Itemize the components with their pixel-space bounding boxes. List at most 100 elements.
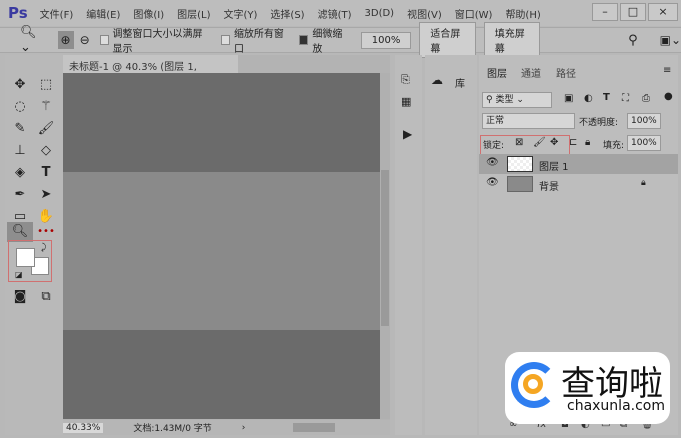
filter-smart-icon[interactable]: ⎙: [642, 93, 650, 104]
zoom-out-icon[interactable]: ⊖: [80, 33, 90, 47]
filter-pixel-icon[interactable]: ▣: [564, 93, 573, 104]
lock-label: 锁定:: [483, 141, 505, 151]
default-colors-icon[interactable]: ◪: [15, 270, 23, 279]
doc-info[interactable]: 文档:1.43M/0 字节: [133, 421, 211, 434]
zoom-level-field[interactable]: 40.33%: [63, 422, 104, 433]
layer-lock-icon: 🔒︎: [641, 178, 646, 188]
zoom-in-icon[interactable]: ⊕: [57, 31, 74, 49]
screen-mode-icon[interactable]: ⧉: [35, 287, 57, 307]
creative-cloud-icon[interactable]: ☁: [431, 73, 443, 87]
layer-thumbnail: [507, 156, 533, 172]
menu-edit[interactable]: 编辑(E): [86, 6, 120, 21]
document-tab[interactable]: 未标题-1 @ 40.3% (图层 1, RGB/8) * ×: [63, 55, 238, 84]
scrubby-zoom-label: 细微缩放: [312, 29, 343, 55]
layer-row[interactable]: 👁︎ 图层 1: [479, 154, 678, 174]
lock-transparent-icon[interactable]: ⊠: [515, 137, 523, 148]
path-select-icon[interactable]: ➤: [35, 185, 57, 205]
scrubby-zoom-checkbox[interactable]: [299, 35, 309, 45]
menu-file[interactable]: 文件(F): [40, 6, 74, 21]
filter-shape-icon[interactable]: ⛶: [622, 93, 629, 104]
color-swatches: ◪ ⤸: [8, 240, 52, 282]
workspace-icon[interactable]: ▣⌄: [660, 33, 681, 47]
opacity-label: 不透明度:: [579, 118, 619, 128]
eyedropper-icon[interactable]: ✎: [9, 119, 31, 139]
fill-screen-button[interactable]: 填充屏幕: [483, 22, 541, 58]
lock-image-icon[interactable]: 🖌︎: [533, 137, 546, 148]
blend-mode-select[interactable]: 正常: [482, 113, 575, 129]
more-tools-icon[interactable]: •••: [35, 222, 57, 242]
library-panel: ☁ 库: [425, 55, 477, 435]
properties-icon[interactable]: ▦: [401, 95, 411, 108]
watermark-search-icon: [523, 374, 543, 394]
library-label[interactable]: 库: [455, 75, 465, 90]
layer-name[interactable]: 图层 1: [539, 158, 569, 173]
status-arrow-icon[interactable]: ›: [242, 423, 246, 433]
lock-position-icon[interactable]: ✥: [550, 137, 558, 148]
zoom-tool-preset-icon[interactable]: 🔍︎⌄: [20, 25, 44, 55]
menu-bar: Ps 文件(F) 编辑(E) 图像(I) 图层(L) 文字(Y) 选择(S) 滤…: [0, 0, 681, 26]
menu-layer[interactable]: 图层(L): [177, 6, 210, 21]
search-icon[interactable]: ⚲: [628, 33, 638, 48]
panel-menu-icon[interactable]: ≡: [663, 65, 671, 76]
horizontal-scroll-thumb[interactable]: [293, 423, 335, 432]
actions-play-icon[interactable]: ▶: [403, 127, 412, 141]
marquee-tool-icon[interactable]: ⬚: [35, 75, 57, 95]
visibility-eye-icon[interactable]: 👁︎: [486, 177, 499, 188]
opacity-field[interactable]: 100%: [627, 113, 661, 129]
eraser-tool-icon[interactable]: ◇: [35, 141, 57, 161]
menu-window[interactable]: 窗口(W): [455, 6, 493, 21]
menu-help[interactable]: 帮助(H): [505, 6, 540, 21]
zoom-100-button[interactable]: 100%: [360, 31, 412, 49]
vertical-scroll-thumb[interactable]: [381, 170, 389, 326]
zoom-all-label: 缩放所有窗口: [233, 29, 284, 55]
layer-filter-select[interactable]: ⚲ 类型 ⌄: [482, 92, 552, 108]
brush-tool-icon[interactable]: 🖌︎: [35, 119, 57, 139]
resize-windows-checkbox[interactable]: [99, 35, 109, 45]
tab-paths[interactable]: 路径: [556, 65, 576, 80]
stamp-tool-icon[interactable]: ⊥: [9, 141, 31, 161]
layer-filter-value: 类型: [495, 95, 514, 105]
canvas-image[interactable]: [63, 172, 380, 330]
zoom-all-checkbox[interactable]: [221, 35, 230, 45]
menu-filter[interactable]: 滤镜(T): [318, 6, 352, 21]
foreground-color-swatch[interactable]: [16, 248, 35, 267]
lock-artboard-icon[interactable]: ⊏: [569, 137, 577, 148]
filter-adjust-icon[interactable]: ◐: [584, 93, 593, 104]
menu-image[interactable]: 图像(I): [133, 6, 164, 21]
tab-channels[interactable]: 通道: [521, 65, 541, 80]
magic-wand-icon[interactable]: ⚚: [35, 97, 57, 117]
fill-label: 填充:: [603, 141, 625, 151]
filter-type-icon[interactable]: T: [603, 92, 610, 103]
watermark-logo: 查询啦 chaxunla.com: [505, 352, 670, 424]
layer-name[interactable]: 背景: [539, 178, 559, 193]
menu-3d[interactable]: 3D(D): [365, 8, 395, 19]
close-button[interactable]: ×: [648, 3, 678, 21]
filter-toggle-icon[interactable]: ●: [664, 91, 673, 102]
layer-thumbnail: [507, 176, 533, 192]
swap-colors-icon[interactable]: ⤸: [41, 243, 46, 253]
zoom-tool-icon[interactable]: 🔍︎: [7, 222, 33, 242]
menu-type[interactable]: 文字(Y): [224, 6, 258, 21]
menu-view[interactable]: 视图(V): [407, 6, 442, 21]
visibility-eye-icon[interactable]: 👁︎: [486, 157, 499, 168]
pen-tool-icon[interactable]: ✒: [9, 185, 31, 205]
collapsed-panels: ⎘ ▦ ▶: [395, 55, 422, 435]
quick-mask-icon[interactable]: ◙: [9, 287, 31, 307]
lasso-tool-icon[interactable]: ◌: [9, 97, 31, 117]
paint-bucket-icon[interactable]: ◈: [9, 163, 31, 183]
tools-panel: ✥ ⬚ ◌ ⚚ ✎ 🖌︎ ⊥ ◇ ◈ T ✒ ➤ ▭ ✋ 🔍︎ ••• ◪ ⤸ …: [5, 55, 63, 435]
maximize-button[interactable]: □: [620, 3, 646, 21]
resize-windows-label: 调整窗口大小以满屏显示: [112, 29, 203, 55]
lock-all-icon[interactable]: 🔒︎: [585, 137, 590, 148]
history-icon[interactable]: ⎘: [401, 73, 410, 87]
minimize-button[interactable]: –: [592, 3, 618, 21]
fill-field[interactable]: 100%: [627, 135, 661, 151]
menu-select[interactable]: 选择(S): [270, 6, 304, 21]
fit-screen-button[interactable]: 适合屏幕: [419, 22, 476, 58]
photoshop-logo: Ps: [8, 4, 28, 22]
tab-layers[interactable]: 图层: [487, 65, 507, 80]
type-tool-icon[interactable]: T: [35, 163, 57, 183]
layer-row[interactable]: 👁︎ 背景 🔒︎: [479, 174, 678, 194]
blend-mode-value: 正常: [486, 116, 505, 126]
move-tool-icon[interactable]: ✥: [9, 75, 31, 95]
